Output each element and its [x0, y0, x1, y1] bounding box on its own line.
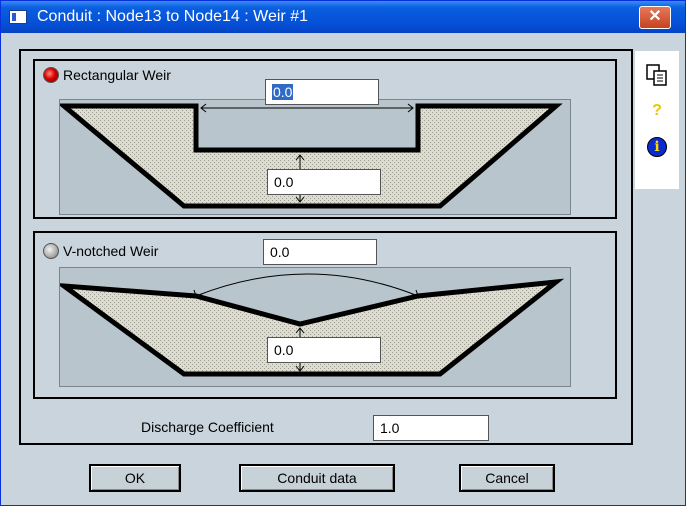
window-icon	[9, 10, 27, 24]
discharge-coefficient-label: Discharge Coefficient	[141, 419, 274, 435]
v-notched-weir-width-field[interactable]: 0.0	[263, 239, 377, 265]
info-icon[interactable]: i	[647, 137, 667, 157]
conduit-data-button[interactable]: Conduit data	[239, 464, 395, 492]
v-notched-weir-group: V-notched Weir 0.0 0.0	[33, 231, 617, 399]
v-notched-weir-diagram	[55, 267, 571, 387]
window-title: Conduit : Node13 to Node14 : Weir #1	[37, 8, 308, 25]
copy-icon[interactable]	[645, 63, 669, 87]
close-button[interactable]: ✕	[639, 6, 671, 29]
rectangular-weir-height-field[interactable]: 0.0	[267, 169, 381, 195]
sidebar-toolbar: ? i	[635, 51, 679, 189]
rectangular-weir-shape	[57, 103, 563, 209]
v-notched-weir-label: V-notched Weir	[63, 243, 159, 259]
v-notched-weir-shape	[55, 273, 565, 377]
title-bar[interactable]: Conduit : Node13 to Node14 : Weir #1 ✕	[1, 1, 685, 33]
main-frame: Rectangular Weir 0.0 0.0 V-notched Weir …	[19, 49, 633, 445]
rectangular-weir-group: Rectangular Weir 0.0 0.0	[33, 59, 617, 219]
discharge-coefficient-field[interactable]: 1.0	[373, 415, 489, 441]
help-icon[interactable]: ?	[645, 99, 669, 123]
v-notched-weir-height-field[interactable]: 0.0	[267, 337, 381, 363]
dialog-window: Conduit : Node13 to Node14 : Weir #1 ✕ R…	[0, 0, 686, 506]
cancel-button[interactable]: Cancel	[459, 464, 555, 492]
rectangular-weir-radio[interactable]	[43, 67, 59, 83]
v-notched-weir-radio[interactable]	[43, 243, 59, 259]
rectangular-weir-width-value: 0.0	[272, 84, 294, 100]
ok-button[interactable]: OK	[89, 464, 181, 492]
rectangular-weir-label: Rectangular Weir	[63, 67, 171, 83]
rectangular-weir-diagram	[57, 99, 571, 215]
rectangular-weir-width-field[interactable]: 0.0	[265, 79, 379, 105]
